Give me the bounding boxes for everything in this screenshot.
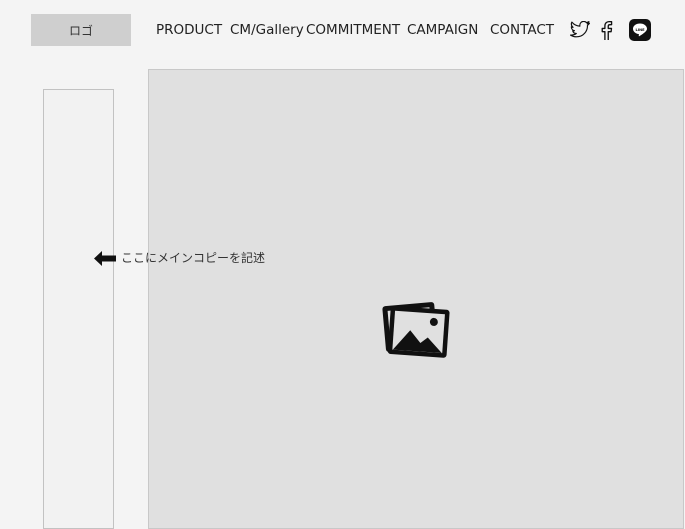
nav-item-product[interactable]: PRODUCT	[156, 20, 222, 40]
line-icon-text: LINE	[635, 28, 645, 32]
facebook-icon[interactable]	[600, 19, 614, 41]
nav-item-cm-gallery[interactable]: CM/Gallery	[230, 20, 304, 40]
logo-placeholder[interactable]: ロゴ	[31, 14, 131, 46]
twitter-icon[interactable]	[568, 19, 591, 41]
main-copy-note: ここにメインコピーを記述	[121, 251, 266, 265]
side-column-placeholder	[43, 89, 114, 529]
main-visual-placeholder	[148, 69, 684, 529]
nav-item-contact[interactable]: CONTACT	[490, 20, 554, 40]
line-icon[interactable]: LINE	[629, 19, 651, 41]
logo-label: ロゴ	[68, 23, 93, 38]
nav-item-campaign[interactable]: CAMPAIGN	[407, 20, 478, 40]
image-placeholder-icon	[382, 302, 450, 358]
nav-item-commitment[interactable]: COMMITMENT	[306, 20, 400, 40]
arrow-left-icon	[94, 251, 116, 266]
